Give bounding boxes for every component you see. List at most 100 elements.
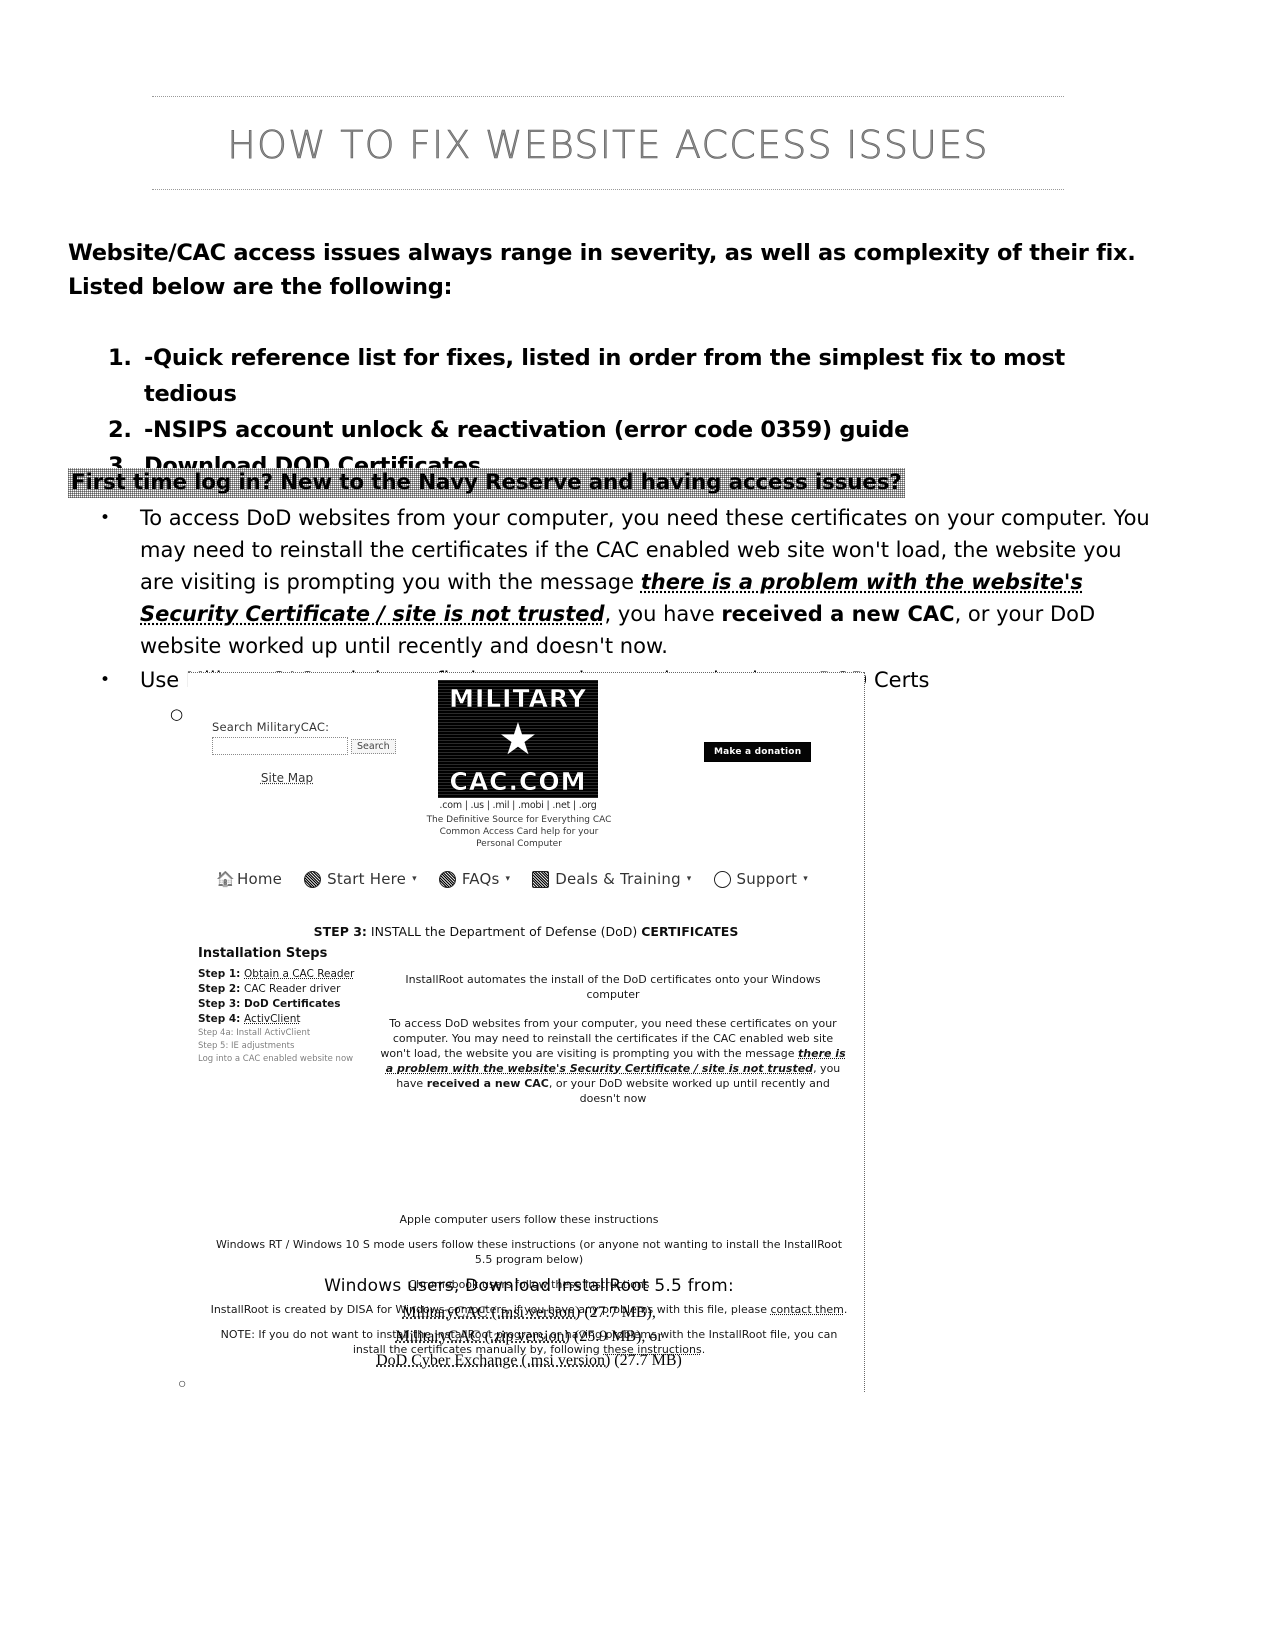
numbered-list: 1. -Quick reference list for fixes, list… — [108, 340, 1148, 484]
step-link[interactable]: Install ActivClient — [236, 1028, 310, 1038]
make-a-donation-button[interactable]: Make a donation — [704, 742, 812, 762]
nav-label: Support — [736, 870, 798, 888]
circle-icon — [304, 870, 322, 888]
nav-item-support[interactable]: Support ▾ — [713, 870, 808, 888]
tagline-line-1: The Definitive Source for Everything CAC — [426, 815, 612, 825]
step-label: Step 5: — [198, 1041, 232, 1051]
apple-instructions-link[interactable]: Apple computer users follow these instru… — [400, 1213, 659, 1226]
installation-steps-title: Installation Steps — [198, 946, 328, 961]
site-tagline: The Definitive Source for Everything CAC… — [414, 814, 624, 850]
download-link-cyber-exchange[interactable]: DoD Cyber Exchange (.msi version) — [376, 1352, 610, 1369]
install-step: Step 5: IE adjustments — [198, 1040, 378, 1053]
militarycac-logo: MILITARY ★ CAC.COM — [438, 680, 598, 798]
download-section: Windows users, Download InstallRoot 5.5 … — [210, 1276, 848, 1373]
logo-line-1: MILITARY — [449, 684, 587, 713]
nav-item-deals-training[interactable]: Deals & Training ▾ — [532, 870, 691, 888]
step-link: DoD Certificates — [244, 998, 341, 1010]
search-input[interactable] — [212, 737, 348, 755]
nav-item-faqs[interactable]: FAQs ▾ — [438, 870, 511, 888]
tagline-line-3: Personal Computer — [476, 839, 562, 849]
step-label: Step 4: — [198, 1013, 245, 1025]
home-icon: 🏠 — [216, 869, 235, 888]
step-label[interactable]: Log into a CAC enabled website now — [198, 1054, 353, 1064]
download-size: (27.7 MB), — [580, 1304, 656, 1321]
title-rule-bottom — [152, 189, 1064, 190]
list-text: -Quick reference list for fixes, listed … — [144, 345, 1065, 407]
cert-text-c: , or your DoD website worked up until re… — [548, 1077, 830, 1105]
star-icon: ★ — [498, 714, 538, 766]
step-label: Step 2: — [198, 983, 245, 995]
step3-prefix: STEP 3: — [313, 924, 367, 939]
install-step: Step 4: ActivClient — [198, 1012, 378, 1027]
bullet-icon: • — [100, 670, 111, 690]
download-link-msi[interactable]: MilitaryCAC (.msi version) — [402, 1304, 580, 1321]
bullet-text: To access DoD websites from your compute… — [140, 502, 1150, 662]
intro-paragraph: Website/CAC access issues always range i… — [68, 240, 1136, 300]
install-step: Step 1: Obtain a CAC Reader — [198, 967, 378, 982]
chevron-down-icon: ▾ — [803, 874, 808, 884]
embedded-website-screenshot: Search MilitaryCAC: Search Site Map MILI… — [188, 672, 865, 1392]
nav-item-start-here[interactable]: Start Here ▾ — [304, 870, 417, 888]
tld-links[interactable]: .com | .us | .mil | .mobi | .net | .org — [438, 800, 598, 811]
circle-icon — [438, 870, 456, 888]
step-link[interactable]: ActivClient — [244, 1013, 300, 1025]
step-label: Step 3: — [198, 998, 245, 1010]
install-step: Step 3: DoD Certificates — [198, 997, 378, 1012]
install-step: Step 2: CAC Reader driver — [198, 982, 378, 997]
apple-instructions-link-row: Apple computer users follow these instru… — [210, 1212, 848, 1227]
step-label: Step 1: — [198, 968, 245, 980]
install-step: Log into a CAC enabled website now — [198, 1053, 378, 1066]
download-heading: Windows users, Download InstallRoot 5.5 … — [324, 1276, 734, 1296]
chevron-down-icon: ▾ — [686, 874, 692, 884]
logo-line-2: CAC.COM — [449, 766, 587, 796]
download-row: DoD Cyber Exchange (.msi version) (27.7 … — [210, 1349, 848, 1373]
list-item: 1. -Quick reference list for fixes, list… — [108, 340, 1148, 412]
grid-icon — [532, 870, 550, 888]
installroot-intro: InstallRoot automates the install of the… — [405, 973, 821, 1001]
cert-text-a: To access DoD websites from your compute… — [380, 1017, 837, 1060]
bullet-text-b: , you have — [604, 602, 722, 626]
certificates-paragraph: To access DoD websites from your compute… — [378, 1016, 848, 1106]
download-row: MilitaryCAC (.zip version) (25.9 MB), or — [210, 1325, 848, 1349]
list-item: • To access DoD websites from your compu… — [100, 502, 1150, 662]
chevron-down-icon: ▾ — [505, 874, 511, 884]
step-link[interactable]: IE adjustments — [231, 1041, 294, 1051]
document-page: HOW TO FIX WEBSITE ACCESS ISSUES Website… — [0, 0, 1275, 1650]
step-link[interactable]: CAC Reader driver — [244, 983, 340, 995]
screenshot-main-text: InstallRoot automates the install of the… — [378, 972, 848, 1120]
site-nav-bar: 🏠 Home Start Here ▾ FAQs ▾ Deals & Train… — [216, 870, 836, 888]
site-search-area: Search MilitaryCAC: Search Site Map — [212, 720, 412, 785]
search-button[interactable]: Search — [351, 738, 396, 754]
list-number: 2. — [108, 417, 132, 443]
title-block: HOW TO FIX WEBSITE ACCESS ISSUES — [152, 96, 1064, 190]
bullet-text-bold: received a new CAC — [721, 602, 955, 626]
arrow-circle-icon — [713, 870, 731, 888]
nav-label: FAQs — [461, 870, 500, 888]
bullet-icon: • — [100, 508, 111, 528]
installation-steps-sidebar: Installation Steps Step 1: Obtain a CAC … — [198, 946, 378, 1066]
step-label: Step 4a: — [198, 1028, 237, 1038]
step3-suffix: CERTIFICATES — [641, 924, 739, 939]
chevron-down-icon: ▾ — [412, 874, 417, 884]
download-link-zip[interactable]: MilitaryCAC (.zip version) — [395, 1328, 570, 1345]
nav-label: Home — [237, 870, 283, 888]
nav-label: Deals & Training — [555, 870, 681, 888]
tagline-line-2: Common Access Card help for your — [439, 827, 599, 837]
page-title: HOW TO FIX WEBSITE ACCESS ISSUES — [227, 123, 989, 168]
step3-mid: INSTALL the Department of Defense (DoD) — [370, 924, 642, 939]
download-size: (25.9 MB), or — [569, 1328, 663, 1345]
trailing-sub-bullet-icon: ○ — [178, 1375, 187, 1391]
winrt-instructions-row: Windows RT / Windows 10 S mode users fol… — [210, 1237, 848, 1267]
search-label: Search MilitaryCAC: — [212, 720, 330, 734]
winrt-instructions-link[interactable]: Windows RT / Windows 10 S mode users fol… — [216, 1238, 576, 1251]
section-heading-highlighted: First time log in? New to the Navy Reser… — [68, 468, 905, 498]
step-link[interactable]: Obtain a CAC Reader — [244, 968, 354, 980]
download-row: MilitaryCAC (.msi version) (27.7 MB), — [210, 1301, 848, 1325]
screenshot-top-border — [188, 672, 864, 673]
nav-item-home[interactable]: 🏠 Home — [216, 870, 282, 888]
download-size: (27.7 MB) — [610, 1352, 682, 1369]
list-item: 2. -NSIPS account unlock & reactivation … — [108, 412, 1148, 448]
site-map-link[interactable]: Site Map — [212, 771, 362, 785]
list-number: 1. — [108, 345, 132, 371]
cert-text-bold: received a new CAC — [426, 1077, 549, 1090]
